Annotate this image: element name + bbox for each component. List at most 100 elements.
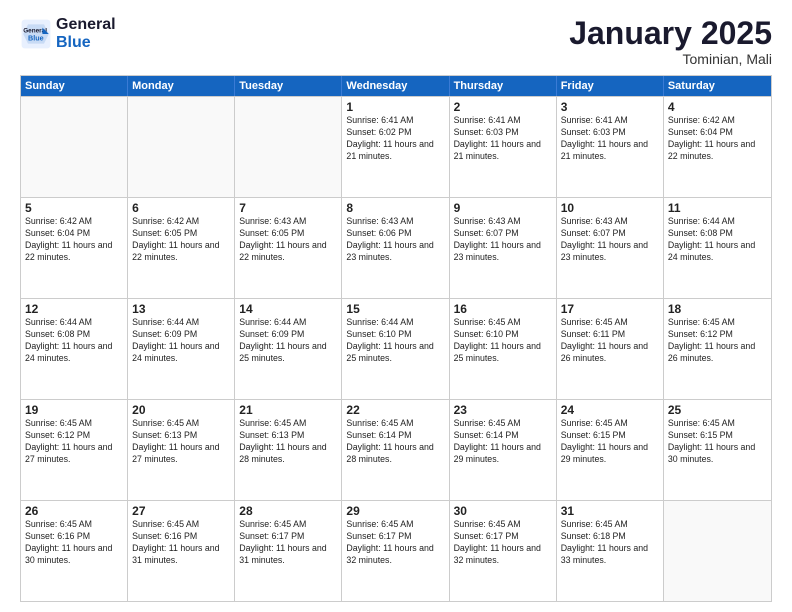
- empty-cell: [128, 97, 235, 197]
- day-cell-23: 23Sunrise: 6:45 AM Sunset: 6:14 PM Dayli…: [450, 400, 557, 500]
- day-cell-31: 31Sunrise: 6:45 AM Sunset: 6:18 PM Dayli…: [557, 501, 664, 601]
- calendar-header: SundayMondayTuesdayWednesdayThursdayFrid…: [21, 76, 771, 96]
- day-info: Sunrise: 6:45 AM Sunset: 6:10 PM Dayligh…: [454, 317, 552, 365]
- day-number: 25: [668, 403, 767, 417]
- day-number: 29: [346, 504, 444, 518]
- title-block: January 2025 Tominian, Mali: [569, 16, 772, 67]
- day-cell-20: 20Sunrise: 6:45 AM Sunset: 6:13 PM Dayli…: [128, 400, 235, 500]
- day-number: 15: [346, 302, 444, 316]
- day-info: Sunrise: 6:45 AM Sunset: 6:13 PM Dayligh…: [132, 418, 230, 466]
- day-cell-29: 29Sunrise: 6:45 AM Sunset: 6:17 PM Dayli…: [342, 501, 449, 601]
- day-number: 13: [132, 302, 230, 316]
- day-number: 14: [239, 302, 337, 316]
- day-number: 26: [25, 504, 123, 518]
- week-row-2: 5Sunrise: 6:42 AM Sunset: 6:04 PM Daylig…: [21, 197, 771, 298]
- day-info: Sunrise: 6:45 AM Sunset: 6:11 PM Dayligh…: [561, 317, 659, 365]
- day-info: Sunrise: 6:45 AM Sunset: 6:17 PM Dayligh…: [454, 519, 552, 567]
- calendar: SundayMondayTuesdayWednesdayThursdayFrid…: [20, 75, 772, 602]
- day-info: Sunrise: 6:45 AM Sunset: 6:18 PM Dayligh…: [561, 519, 659, 567]
- day-cell-8: 8Sunrise: 6:43 AM Sunset: 6:06 PM Daylig…: [342, 198, 449, 298]
- day-info: Sunrise: 6:45 AM Sunset: 6:12 PM Dayligh…: [668, 317, 767, 365]
- day-cell-4: 4Sunrise: 6:42 AM Sunset: 6:04 PM Daylig…: [664, 97, 771, 197]
- day-info: Sunrise: 6:45 AM Sunset: 6:17 PM Dayligh…: [239, 519, 337, 567]
- day-info: Sunrise: 6:45 AM Sunset: 6:15 PM Dayligh…: [561, 418, 659, 466]
- day-info: Sunrise: 6:41 AM Sunset: 6:03 PM Dayligh…: [454, 115, 552, 163]
- empty-cell: [235, 97, 342, 197]
- day-cell-17: 17Sunrise: 6:45 AM Sunset: 6:11 PM Dayli…: [557, 299, 664, 399]
- day-cell-10: 10Sunrise: 6:43 AM Sunset: 6:07 PM Dayli…: [557, 198, 664, 298]
- day-number: 16: [454, 302, 552, 316]
- day-number: 19: [25, 403, 123, 417]
- day-number: 4: [668, 100, 767, 114]
- day-number: 7: [239, 201, 337, 215]
- day-cell-30: 30Sunrise: 6:45 AM Sunset: 6:17 PM Dayli…: [450, 501, 557, 601]
- day-info: Sunrise: 6:44 AM Sunset: 6:09 PM Dayligh…: [239, 317, 337, 365]
- day-cell-16: 16Sunrise: 6:45 AM Sunset: 6:10 PM Dayli…: [450, 299, 557, 399]
- week-row-5: 26Sunrise: 6:45 AM Sunset: 6:16 PM Dayli…: [21, 500, 771, 601]
- day-info: Sunrise: 6:43 AM Sunset: 6:07 PM Dayligh…: [561, 216, 659, 264]
- day-number: 18: [668, 302, 767, 316]
- day-number: 28: [239, 504, 337, 518]
- day-cell-18: 18Sunrise: 6:45 AM Sunset: 6:12 PM Dayli…: [664, 299, 771, 399]
- day-cell-1: 1Sunrise: 6:41 AM Sunset: 6:02 PM Daylig…: [342, 97, 449, 197]
- logo-line1: General: [56, 16, 116, 33]
- day-info: Sunrise: 6:45 AM Sunset: 6:16 PM Dayligh…: [132, 519, 230, 567]
- day-info: Sunrise: 6:41 AM Sunset: 6:03 PM Dayligh…: [561, 115, 659, 163]
- day-info: Sunrise: 6:41 AM Sunset: 6:02 PM Dayligh…: [346, 115, 444, 163]
- day-number: 3: [561, 100, 659, 114]
- day-cell-24: 24Sunrise: 6:45 AM Sunset: 6:15 PM Dayli…: [557, 400, 664, 500]
- day-info: Sunrise: 6:43 AM Sunset: 6:05 PM Dayligh…: [239, 216, 337, 264]
- day-cell-6: 6Sunrise: 6:42 AM Sunset: 6:05 PM Daylig…: [128, 198, 235, 298]
- day-header-saturday: Saturday: [664, 76, 771, 96]
- day-number: 20: [132, 403, 230, 417]
- page: General Blue General Blue January 2025 T…: [0, 0, 792, 612]
- day-cell-13: 13Sunrise: 6:44 AM Sunset: 6:09 PM Dayli…: [128, 299, 235, 399]
- day-number: 17: [561, 302, 659, 316]
- week-row-3: 12Sunrise: 6:44 AM Sunset: 6:08 PM Dayli…: [21, 298, 771, 399]
- day-number: 11: [668, 201, 767, 215]
- day-info: Sunrise: 6:43 AM Sunset: 6:07 PM Dayligh…: [454, 216, 552, 264]
- day-cell-11: 11Sunrise: 6:44 AM Sunset: 6:08 PM Dayli…: [664, 198, 771, 298]
- day-header-thursday: Thursday: [450, 76, 557, 96]
- day-info: Sunrise: 6:42 AM Sunset: 6:04 PM Dayligh…: [668, 115, 767, 163]
- day-cell-19: 19Sunrise: 6:45 AM Sunset: 6:12 PM Dayli…: [21, 400, 128, 500]
- day-number: 5: [25, 201, 123, 215]
- day-info: Sunrise: 6:42 AM Sunset: 6:04 PM Dayligh…: [25, 216, 123, 264]
- day-info: Sunrise: 6:42 AM Sunset: 6:05 PM Dayligh…: [132, 216, 230, 264]
- day-cell-26: 26Sunrise: 6:45 AM Sunset: 6:16 PM Dayli…: [21, 501, 128, 601]
- calendar-body: 1Sunrise: 6:41 AM Sunset: 6:02 PM Daylig…: [21, 96, 771, 601]
- day-header-tuesday: Tuesday: [235, 76, 342, 96]
- svg-text:Blue: Blue: [28, 33, 44, 42]
- day-number: 24: [561, 403, 659, 417]
- day-cell-27: 27Sunrise: 6:45 AM Sunset: 6:16 PM Dayli…: [128, 501, 235, 601]
- empty-cell: [664, 501, 771, 601]
- day-info: Sunrise: 6:45 AM Sunset: 6:14 PM Dayligh…: [346, 418, 444, 466]
- logo-icon: General Blue: [20, 18, 52, 50]
- day-header-wednesday: Wednesday: [342, 76, 449, 96]
- day-info: Sunrise: 6:44 AM Sunset: 6:10 PM Dayligh…: [346, 317, 444, 365]
- day-cell-9: 9Sunrise: 6:43 AM Sunset: 6:07 PM Daylig…: [450, 198, 557, 298]
- day-number: 22: [346, 403, 444, 417]
- day-cell-22: 22Sunrise: 6:45 AM Sunset: 6:14 PM Dayli…: [342, 400, 449, 500]
- day-info: Sunrise: 6:43 AM Sunset: 6:06 PM Dayligh…: [346, 216, 444, 264]
- calendar-subtitle: Tominian, Mali: [569, 51, 772, 67]
- day-header-monday: Monday: [128, 76, 235, 96]
- day-info: Sunrise: 6:45 AM Sunset: 6:12 PM Dayligh…: [25, 418, 123, 466]
- day-cell-25: 25Sunrise: 6:45 AM Sunset: 6:15 PM Dayli…: [664, 400, 771, 500]
- day-number: 6: [132, 201, 230, 215]
- day-info: Sunrise: 6:44 AM Sunset: 6:09 PM Dayligh…: [132, 317, 230, 365]
- day-info: Sunrise: 6:45 AM Sunset: 6:17 PM Dayligh…: [346, 519, 444, 567]
- day-number: 31: [561, 504, 659, 518]
- calendar-title: January 2025: [569, 16, 772, 51]
- day-info: Sunrise: 6:44 AM Sunset: 6:08 PM Dayligh…: [25, 317, 123, 365]
- header: General Blue General Blue January 2025 T…: [20, 16, 772, 67]
- empty-cell: [21, 97, 128, 197]
- logo: General Blue General Blue: [20, 16, 116, 51]
- day-number: 8: [346, 201, 444, 215]
- day-number: 12: [25, 302, 123, 316]
- day-info: Sunrise: 6:45 AM Sunset: 6:16 PM Dayligh…: [25, 519, 123, 567]
- day-info: Sunrise: 6:45 AM Sunset: 6:15 PM Dayligh…: [668, 418, 767, 466]
- day-number: 2: [454, 100, 552, 114]
- logo-line2: Blue: [56, 34, 91, 51]
- logo-text: General Blue: [56, 16, 116, 51]
